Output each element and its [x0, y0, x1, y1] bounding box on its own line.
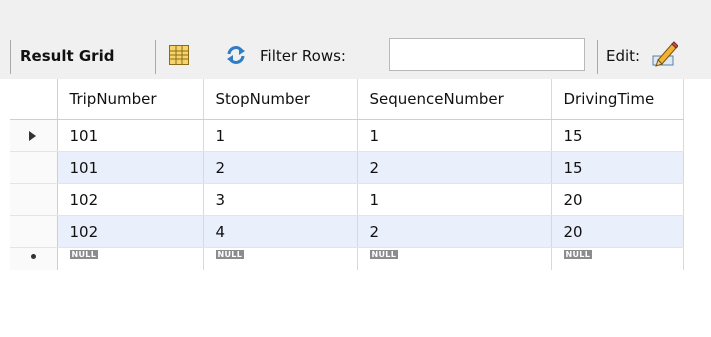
toolbar-separator [155, 40, 156, 74]
table-cell[interactable]: 20 [551, 215, 684, 248]
edit-label: Edit: [606, 47, 641, 65]
result-grid-label[interactable]: Result Grid [20, 47, 114, 65]
row-selector[interactable] [10, 119, 58, 152]
new-row-marker-icon [31, 254, 36, 259]
null-badge[interactable]: NULL [369, 250, 399, 259]
table-row[interactable]: 102 4 2 20 [10, 215, 684, 248]
column-header[interactable]: SequenceNumber [357, 79, 552, 120]
pencil-edit-icon[interactable] [650, 40, 679, 72]
table-row[interactable]: 102 3 1 20 [10, 183, 684, 216]
column-header[interactable]: DrivingTime [551, 79, 684, 120]
table-cell[interactable]: 1 [203, 119, 358, 152]
table-cell: NULL [57, 247, 204, 270]
null-badge[interactable]: NULL [215, 250, 245, 259]
table-cell[interactable]: 102 [57, 183, 204, 216]
row-selector[interactable] [10, 183, 58, 216]
table-cell[interactable]: 2 [357, 215, 552, 248]
table-cell[interactable]: 15 [551, 151, 684, 184]
table-cell[interactable]: 101 [57, 151, 204, 184]
new-row[interactable]: NULL NULL NULL NULL [10, 247, 684, 270]
table-cell[interactable]: 2 [357, 151, 552, 184]
top-band [0, 0, 711, 31]
table-cell[interactable]: 15 [551, 119, 684, 152]
refresh-arrows-icon[interactable] [225, 44, 247, 70]
row-header-corner [10, 79, 58, 120]
toolbar-separator [10, 40, 11, 74]
table-row[interactable]: 101 1 1 15 [10, 119, 684, 152]
table-cell[interactable]: 3 [203, 183, 358, 216]
table-cell: NULL [357, 247, 552, 270]
null-badge[interactable]: NULL [69, 250, 99, 259]
row-selector[interactable] [10, 215, 58, 248]
column-header[interactable]: TripNumber [57, 79, 204, 120]
row-selector[interactable] [10, 151, 58, 184]
filter-rows-input[interactable] [389, 38, 585, 71]
table-cell[interactable]: 101 [57, 119, 204, 152]
row-selector[interactable] [10, 247, 58, 270]
table-cell[interactable]: 20 [551, 183, 684, 216]
form-grid-icon[interactable] [168, 44, 190, 70]
column-header[interactable]: StopNumber [203, 79, 358, 120]
filter-rows-label: Filter Rows: [260, 47, 346, 65]
table-cell[interactable]: 2 [203, 151, 358, 184]
table-cell: NULL [551, 247, 684, 270]
table-cell[interactable]: 1 [357, 119, 552, 152]
result-grid-table: TripNumber StopNumber SequenceNumber Dri… [10, 79, 684, 270]
table-row[interactable]: 101 2 2 15 [10, 151, 684, 184]
table-cell: NULL [203, 247, 358, 270]
table-cell[interactable]: 102 [57, 215, 204, 248]
current-row-arrow-icon [29, 130, 36, 141]
table-cell[interactable]: 4 [203, 215, 358, 248]
table-cell[interactable]: 1 [357, 183, 552, 216]
toolbar-separator [597, 40, 598, 74]
header-row: TripNumber StopNumber SequenceNumber Dri… [10, 79, 684, 120]
null-badge[interactable]: NULL [563, 250, 593, 259]
